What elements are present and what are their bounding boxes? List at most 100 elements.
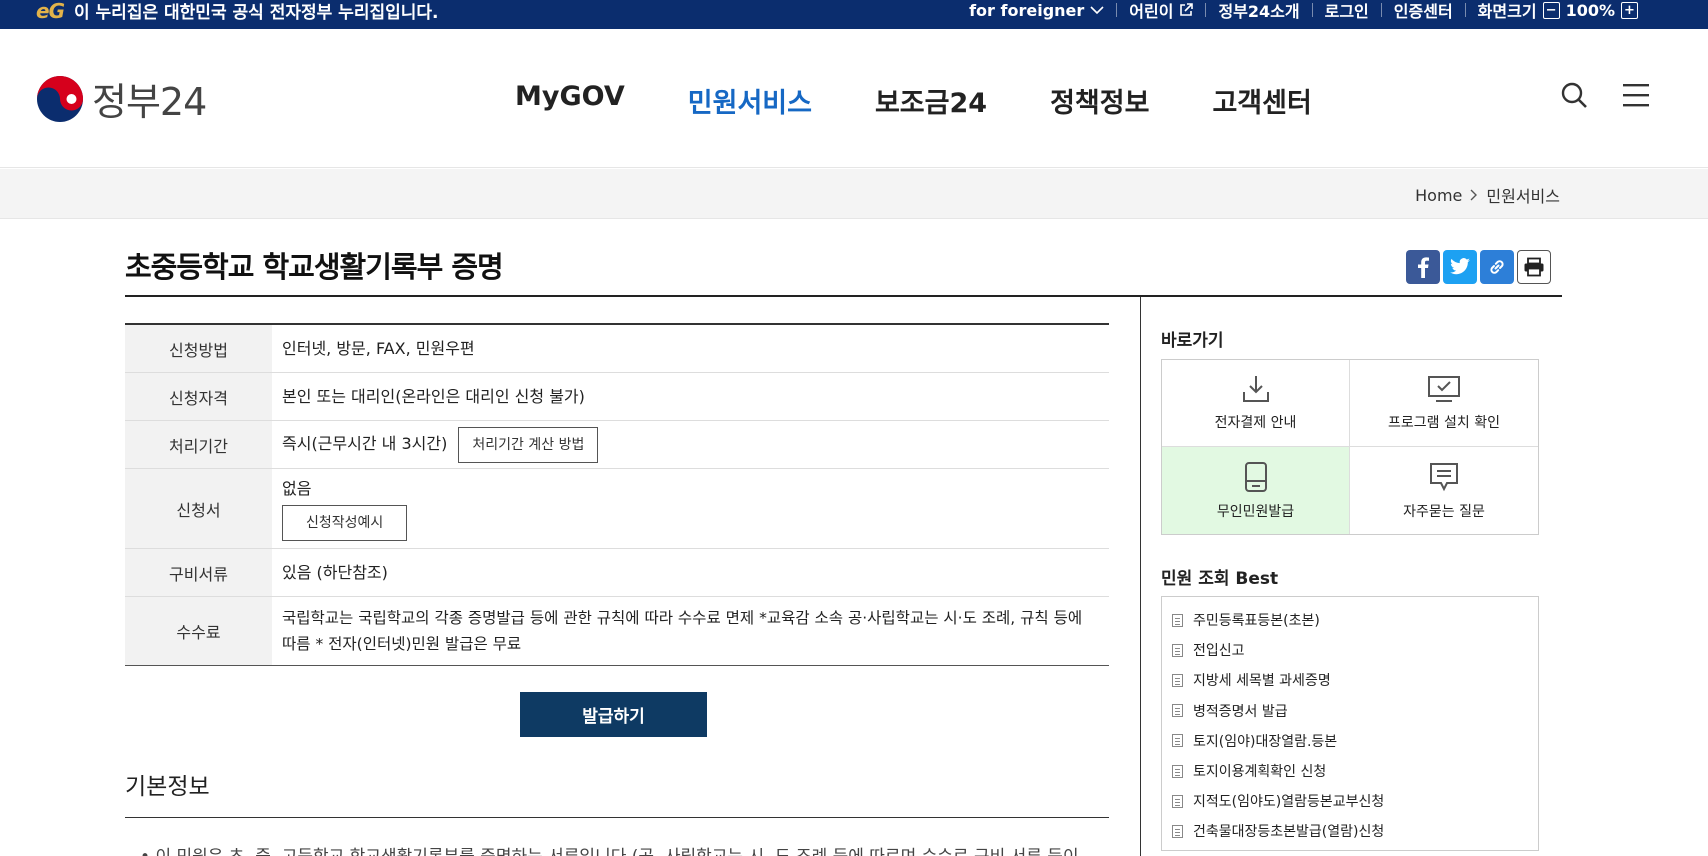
quick-link-kiosk[interactable]: 무인민원발급: [1162, 447, 1350, 534]
list-item[interactable]: 전입신고: [1172, 635, 1538, 665]
issue-button[interactable]: 발급하기: [520, 692, 707, 737]
breadcrumb-bar: Home 민원서비스: [0, 169, 1708, 219]
info-label: 신청서: [125, 469, 272, 548]
info-value: 본인 또는 대리인(온라인은 대리인 신청 불가): [282, 386, 585, 406]
info-value: 없음 신청작성예시: [272, 476, 408, 541]
document-icon: [1172, 824, 1183, 838]
document-icon: [1172, 734, 1183, 748]
info-label: 신청자격: [125, 373, 272, 420]
about-link[interactable]: 정부24소개: [1206, 0, 1311, 22]
column-divider: [1140, 297, 1141, 856]
info-value: 즉시(근무시간 내 3시간) 처리기간 계산 방법: [272, 426, 599, 463]
taegeuk-logo-icon: [37, 75, 83, 122]
login-link[interactable]: 로그인: [1313, 0, 1381, 22]
document-icon: [1172, 643, 1183, 657]
nav-mygov[interactable]: MyGOV: [515, 81, 625, 120]
zoom-in-button[interactable]: +: [1621, 1, 1638, 19]
list-item[interactable]: 지적도(임야도)열람등본교부신청: [1172, 786, 1538, 816]
list-item[interactable]: 지방세 세목별 과세증명: [1172, 665, 1538, 695]
screen-size-control: 화면크기 − 100% +: [1466, 0, 1650, 22]
info-value: 있음 (하단참조): [282, 562, 388, 582]
print-icon[interactable]: [1517, 250, 1551, 284]
chevron-right-icon: [1470, 189, 1478, 201]
info-value: 인터넷, 방문, FAX, 민원우편: [282, 338, 475, 358]
for-foreigner-link[interactable]: for foreigner: [957, 1, 1116, 20]
quick-links: 전자결제 안내 프로그램 설치 확인 무인민원발급 자주묻는 질문: [1161, 359, 1539, 535]
utility-menu: for foreigner 어린이 정부24소개 로그인 인증센터 화면크기 −…: [957, 0, 1650, 22]
info-row-period: 처리기간 즉시(근무시간 내 3시간) 처리기간 계산 방법: [125, 421, 1109, 469]
cert-center-link[interactable]: 인증센터: [1382, 0, 1465, 22]
chevron-down-icon: [1090, 6, 1104, 15]
egov-logo: eG: [36, 0, 65, 23]
nav-subsidy24[interactable]: 보조금24: [875, 81, 987, 120]
form-value: 없음: [282, 479, 312, 498]
page-title: 초중등학교 학교생활기록부 증명: [125, 250, 504, 284]
list-item[interactable]: 토지(임야)대장열람.등본: [1172, 726, 1538, 756]
info-row-documents: 구비서류 있음 (하단참조): [125, 549, 1109, 597]
quick-links-title: 바로가기: [1161, 331, 1224, 351]
quick-link-label: 프로그램 설치 확인: [1388, 415, 1500, 431]
document-icon: [1172, 764, 1183, 778]
best-services-list: 주민등록표등본(초본) 전입신고 지방세 세목별 과세증명 병적증명서 발급 토…: [1161, 596, 1539, 851]
document-icon: [1172, 673, 1183, 687]
official-notice-text: 이 누리집은 대한민국 공식 전자정부 누리집입니다.: [73, 3, 439, 23]
nav-customer-center[interactable]: 고객센터: [1212, 81, 1311, 120]
link-icon[interactable]: [1480, 250, 1514, 284]
kids-link[interactable]: 어린이: [1117, 0, 1205, 22]
document-icon: [1172, 613, 1183, 627]
document-icon: [1172, 704, 1183, 718]
download-icon: [1242, 376, 1269, 402]
menu-icon[interactable]: [1622, 82, 1650, 108]
quick-link-program-check[interactable]: 프로그램 설치 확인: [1350, 360, 1538, 447]
quick-link-faq[interactable]: 자주묻는 질문: [1350, 447, 1538, 534]
nav-policy-info[interactable]: 정책정보: [1050, 81, 1149, 120]
monitor-check-icon: [1428, 376, 1460, 402]
info-label: 처리기간: [125, 421, 272, 468]
list-item[interactable]: 주민등록표등본(초본): [1172, 605, 1538, 635]
info-row-method: 신청방법 인터넷, 방문, FAX, 민원우편: [125, 325, 1109, 373]
info-label: 신청방법: [125, 325, 272, 372]
list-item[interactable]: 병적증명서 발급: [1172, 696, 1538, 726]
form-example-button[interactable]: 신청작성예시: [282, 505, 408, 541]
breadcrumb-home[interactable]: Home: [1415, 186, 1462, 205]
header-icons: [1560, 81, 1650, 109]
site-header: 정부24 MyGOV 민원서비스 보조금24 정책정보 고객센터: [0, 29, 1708, 168]
section-divider: [125, 817, 1109, 818]
quick-link-payment-guide[interactable]: 전자결제 안내: [1162, 360, 1350, 447]
info-label: 구비서류: [125, 549, 272, 596]
external-link-icon: [1180, 3, 1194, 16]
top-notice-bar: eG 이 누리집은 대한민국 공식 전자정부 누리집입니다. for forei…: [0, 0, 1708, 29]
document-icon: [1172, 794, 1183, 808]
list-item[interactable]: 건축물대장등초본발급(열람)신청: [1172, 816, 1538, 846]
nav-civil-service[interactable]: 민원서비스: [688, 81, 812, 120]
share-tools: [1406, 250, 1551, 284]
best-services-title: 민원 조회 Best: [1161, 569, 1279, 589]
period-calc-button[interactable]: 처리기간 계산 방법: [458, 426, 599, 463]
info-row-qualification: 신청자격 본인 또는 대리인(온라인은 대리인 신청 불가): [125, 373, 1109, 421]
search-icon[interactable]: [1560, 81, 1588, 109]
twitter-icon[interactable]: [1443, 250, 1477, 284]
gov24-logo[interactable]: 정부24: [36, 71, 207, 126]
quick-link-label: 자주묻는 질문: [1403, 503, 1485, 520]
info-label: 수수료: [125, 597, 272, 665]
kiosk-icon: [1244, 461, 1267, 492]
quick-link-label: 무인민원발급: [1216, 503, 1295, 520]
main-nav: MyGOV 민원서비스 보조금24 정책정보 고객센터: [515, 81, 1375, 120]
zoom-out-button[interactable]: −: [1542, 1, 1560, 19]
info-row-form: 신청서 없음 신청작성예시: [125, 469, 1109, 549]
basic-info-text: • 이 민원은 초, 중, 고등학교 학교생활기록부를 증명하는 서류입니다.(…: [140, 842, 1080, 856]
title-underline: [125, 295, 1562, 297]
list-item[interactable]: 토지이용계획확인 신청: [1172, 756, 1538, 786]
facebook-icon[interactable]: [1406, 250, 1440, 284]
info-row-fee: 수수료 국립학교는 국립학교의 각종 증명발급 등에 관한 규칙에 따라 수수료…: [125, 597, 1109, 665]
zoom-level: 100%: [1565, 0, 1615, 20]
breadcrumb: Home 민원서비스: [1415, 183, 1560, 207]
breadcrumb-current[interactable]: 민원서비스: [1486, 183, 1560, 207]
logo-text: 정부24: [92, 80, 207, 124]
period-value: 즉시(근무시간 내 3시간): [282, 433, 448, 453]
screen-size-label: 화면크기: [1477, 2, 1537, 21]
info-value: 국립학교는 국립학교의 각종 증명발급 등에 관한 규칙에 따라 수수료 면제 …: [282, 609, 1083, 653]
basic-info-title: 기본정보: [125, 774, 210, 800]
chat-icon: [1430, 462, 1458, 491]
official-notice: eG 이 누리집은 대한민국 공식 전자정부 누리집입니다.: [36, 0, 438, 23]
